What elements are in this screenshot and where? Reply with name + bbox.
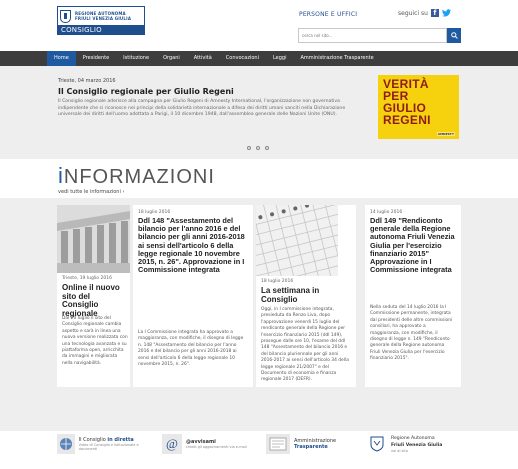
nav-item-istituzione[interactable]: Istituzione xyxy=(116,51,156,66)
crest-icon xyxy=(367,434,387,454)
search-input[interactable] xyxy=(298,28,447,43)
all-informazioni-label: vedi tutte le informazioni xyxy=(58,189,121,195)
featured-slider: Trieste, 04 marzo 2016 Il Consiglio regi… xyxy=(0,66,518,159)
nav-item-amministrazione-trasparente[interactable]: Amministrazione Trasparente xyxy=(293,51,380,66)
news-text: La I Commissione integrata ha approvato … xyxy=(138,330,244,368)
footer-links: Il Consiglio in diretta Video di Consigl… xyxy=(0,431,518,469)
follow-label: seguici su xyxy=(398,9,428,17)
search-button[interactable] xyxy=(447,28,461,43)
heading-rest: nformazioni xyxy=(63,166,215,188)
twitter-icon[interactable] xyxy=(441,9,451,17)
footer-avvisami[interactable]: @ @avvisami chiedi gli aggiornamenti via… xyxy=(162,434,258,454)
logo-region-line2: FRIULI VENEZIA GIULIA xyxy=(75,16,132,21)
news-card[interactable]: 18 luglio 2016 La settimana in Consiglio… xyxy=(256,205,356,387)
footer-sub: vai al sito xyxy=(391,448,408,453)
news-date: 18 luglio 2016 xyxy=(138,210,171,215)
main-nav: Home Presidente Istituzione Organi Attiv… xyxy=(0,51,518,66)
slider-dots xyxy=(247,146,269,150)
news-card[interactable]: Trieste, 19 luglio 2016 Online il nuovo … xyxy=(57,205,130,387)
nav-item-organi[interactable]: Organi xyxy=(156,51,187,66)
nav-item-home[interactable]: Home xyxy=(47,51,76,66)
search-icon xyxy=(450,32,458,39)
news-title[interactable]: Online il nuovo sito del Consiglio regio… xyxy=(62,283,128,318)
footer-sub: Video di Consiglio e Istituzionale e doc… xyxy=(78,443,139,451)
news-title[interactable]: Ddl 149 "Rendiconto generale della Regio… xyxy=(370,216,456,274)
building-image xyxy=(57,205,130,273)
footer-title-plain: Regione Autonoma xyxy=(391,435,435,441)
calendar-icon xyxy=(256,205,338,276)
news-title[interactable]: La settimana in Consiglio xyxy=(261,286,349,304)
footer-title-bold: Friuli Venezia Giulia xyxy=(391,442,443,448)
footer-regione-text: Regione Autonoma Friuli Venezia Giulia v… xyxy=(391,436,442,453)
slider-dot[interactable] xyxy=(247,146,251,150)
document-icon xyxy=(266,434,290,454)
footer-trasparente-text: Amministrazione Trasparente xyxy=(294,438,336,450)
news-date: 14 luglio 2016 xyxy=(370,210,403,215)
footer-title-bold: Trasparente xyxy=(294,444,328,450)
news-text: Nella seduta del 14 luglio 2016 la I Com… xyxy=(370,305,453,362)
footer-diretta-text: Il Consiglio in diretta Video di Consigl… xyxy=(79,437,149,451)
nav-items: Home Presidente Istituzione Organi Attiv… xyxy=(47,51,381,66)
social-follow: seguici su f xyxy=(398,9,451,17)
footer-diretta[interactable]: Il Consiglio in diretta Video di Consigl… xyxy=(57,434,149,454)
verita-banner[interactable]: VERITÀ PER GIULIO REGENI AMNESTY xyxy=(378,75,459,139)
news-date: 18 luglio 2016 xyxy=(261,279,294,284)
logo-name: CONSIGLIO REGIONALE xyxy=(58,25,144,44)
slide-text: Il Consiglio regionale aderisce alla cam… xyxy=(58,99,346,117)
logo-top: REGIONE AUTONOMA FRIULI VENEZIA GIULIA xyxy=(58,7,144,25)
nav-item-leggi[interactable]: Leggi xyxy=(266,51,294,66)
banner-line: REGENI xyxy=(383,113,431,127)
slider-dot[interactable] xyxy=(265,146,269,150)
page: REGIONE AUTONOMA FRIULI VENEZIA GIULIA C… xyxy=(0,0,518,469)
footer-avvisami-text: @avvisami chiedi gli aggiornamenti via e… xyxy=(186,439,247,449)
footer-sub: chiedi gli aggiornamenti via e-mail xyxy=(186,445,247,449)
footer-trasparente[interactable]: Amministrazione Trasparente xyxy=(266,434,354,454)
news-date: Trieste, 19 luglio 2016 xyxy=(62,276,112,281)
all-informazioni-link[interactable]: vedi tutte le informazioni › xyxy=(58,189,124,195)
amnesty-logo: AMNESTY xyxy=(436,132,455,136)
news-text: Oggi, in I commissione integrata, presie… xyxy=(261,307,349,383)
footer-regione[interactable]: Regione Autonoma Friuli Venezia Giulia v… xyxy=(367,434,463,454)
chevron-right-icon: › xyxy=(122,189,125,195)
calendar-image xyxy=(256,205,338,276)
site-logo[interactable]: REGIONE AUTONOMA FRIULI VENEZIA GIULIA C… xyxy=(57,6,145,44)
news-card[interactable]: 18 luglio 2016 Ddl 148 "Assestamento del… xyxy=(133,205,253,387)
news-card[interactable]: 14 luglio 2016 Ddl 149 "Rendiconto gener… xyxy=(365,205,461,387)
informazioni-heading: informazioni xyxy=(58,163,215,189)
slider-dot[interactable] xyxy=(256,146,260,150)
broadcast-icon xyxy=(57,434,75,454)
nav-item-presidente[interactable]: Presidente xyxy=(76,51,116,66)
facebook-icon[interactable]: f xyxy=(430,9,439,17)
nav-item-attivita[interactable]: Attività xyxy=(187,51,219,66)
logo-region-text: REGIONE AUTONOMA FRIULI VENEZIA GIULIA xyxy=(75,11,131,21)
crest-icon xyxy=(60,9,71,23)
search-bar xyxy=(298,28,461,43)
header: REGIONE AUTONOMA FRIULI VENEZIA GIULIA C… xyxy=(0,0,518,50)
news-text: Dal 20 luglio il sito del Consiglio regi… xyxy=(62,316,128,366)
slide-date: Trieste, 04 marzo 2016 xyxy=(58,78,116,84)
slide-title[interactable]: Il Consiglio regionale per Giulio Regeni xyxy=(58,87,234,96)
news-area: Trieste, 19 luglio 2016 Online il nuovo … xyxy=(0,198,518,431)
at-sign-icon: @ xyxy=(162,434,182,454)
people-offices-link[interactable]: PERSONE E UFFICI xyxy=(299,11,357,18)
news-photo xyxy=(57,205,130,273)
nav-item-convocazioni[interactable]: Convocazioni xyxy=(219,51,266,66)
news-title[interactable]: Ddl 148 "Assestamento del bilancio per l… xyxy=(138,216,246,274)
